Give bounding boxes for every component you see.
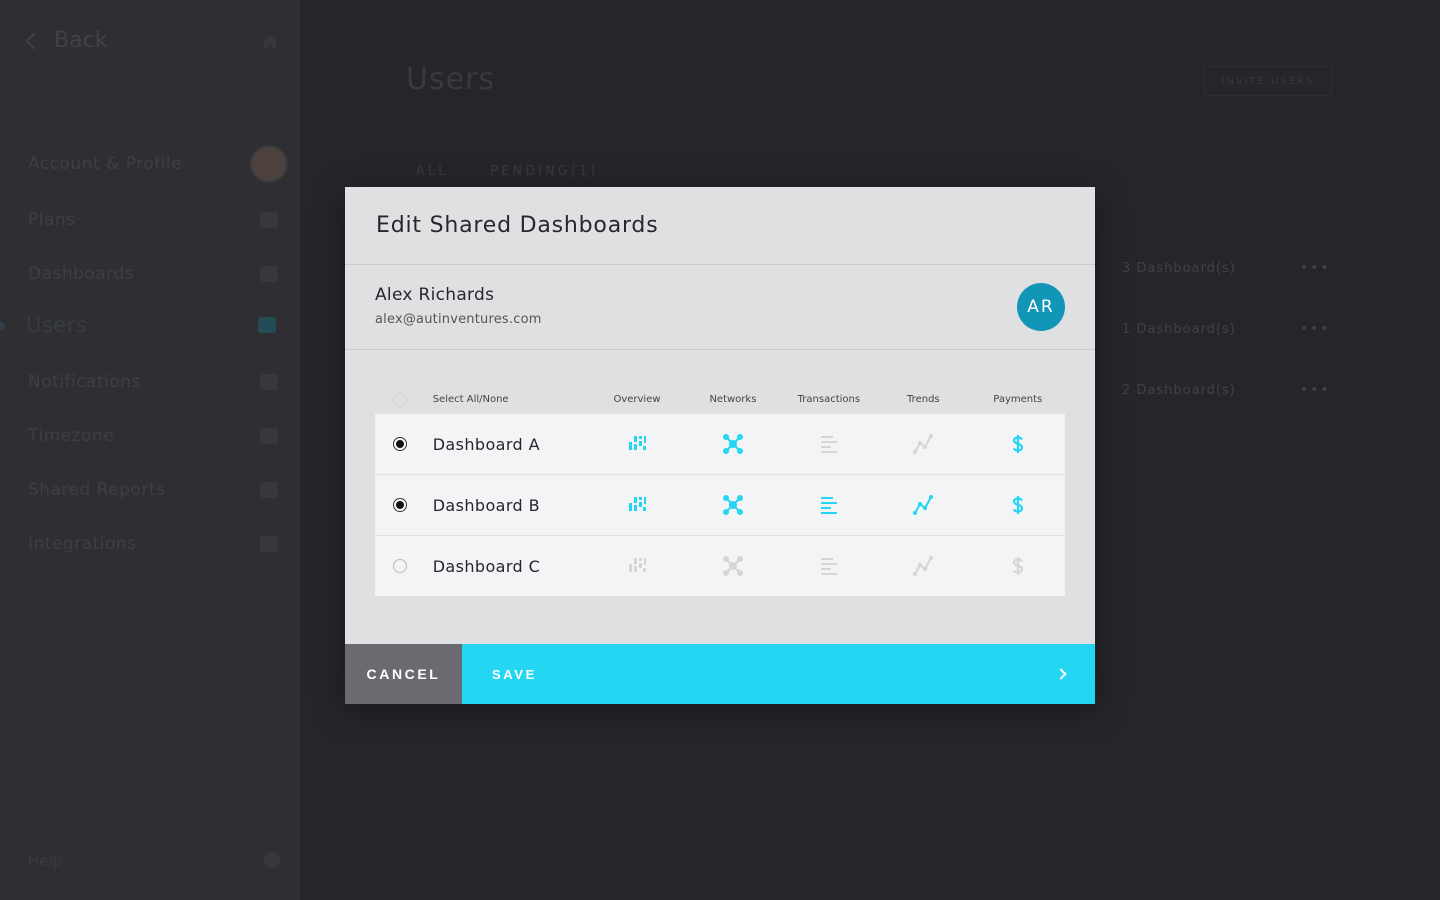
- column-header-transactions: Transactions: [797, 394, 861, 405]
- table-header: Select All/None Overview Networks Transa…: [375, 385, 1065, 414]
- permission-toggle-networks[interactable]: [684, 494, 781, 516]
- dollar-icon: [1012, 557, 1023, 575]
- permission-toggle-trends[interactable]: [876, 494, 970, 516]
- permission-toggle-transactions[interactable]: [782, 494, 876, 516]
- modal-title: Edit Shared Dashboards: [376, 213, 659, 238]
- transactions-icon: [820, 436, 837, 453]
- permission-toggle-payments[interactable]: [971, 433, 1065, 455]
- save-button[interactable]: SAVE: [462, 644, 1095, 704]
- transactions-icon: [820, 497, 837, 514]
- column-header-payments: Payments: [993, 394, 1043, 405]
- select-all-radio[interactable]: [392, 392, 407, 407]
- permission-toggle-trends[interactable]: [876, 555, 970, 577]
- dashboard-name: Dashboard B: [432, 495, 540, 515]
- dashboard-name: Dashboard C: [432, 556, 541, 576]
- network-icon: [722, 495, 743, 515]
- modal-footer: CANCEL SAVE: [345, 644, 1095, 704]
- dashboard-select-radio[interactable]: [392, 498, 407, 512]
- dollar-icon: [1012, 435, 1023, 453]
- column-header-trends: Trends: [907, 394, 940, 405]
- table-row: Dashboard A: [375, 414, 1065, 475]
- overview-icon: [629, 436, 646, 450]
- permission-toggle-networks[interactable]: [684, 433, 781, 455]
- permission-toggle-transactions[interactable]: [782, 555, 876, 577]
- table-row: Dashboard C: [375, 536, 1065, 596]
- dashboard-list: Dashboard A Dashboard B Dashboard C: [375, 414, 1065, 596]
- permission-toggle-payments[interactable]: [971, 494, 1065, 516]
- permission-toggle-trends[interactable]: [876, 433, 970, 455]
- permission-toggle-overview[interactable]: [590, 494, 684, 516]
- cancel-button[interactable]: CANCEL: [345, 644, 462, 704]
- dashboard-permissions-table: Select All/None Overview Networks Transa…: [375, 385, 1065, 596]
- trends-icon: [913, 434, 934, 454]
- column-header-overview: Overview: [613, 394, 661, 405]
- dashboard-select-radio[interactable]: [392, 559, 407, 573]
- table-row: Dashboard B: [375, 475, 1065, 536]
- dashboard-name: Dashboard A: [432, 434, 540, 454]
- permission-toggle-networks[interactable]: [684, 555, 781, 577]
- user-name: Alex Richards: [375, 285, 495, 305]
- modal-header: Edit Shared Dashboards: [345, 187, 1095, 265]
- trends-icon: [913, 556, 934, 576]
- trends-icon: [913, 495, 934, 515]
- chevron-right-icon: [1055, 668, 1067, 680]
- permission-toggle-payments[interactable]: [971, 555, 1065, 577]
- user-email: alex@autinventures.com: [375, 312, 542, 327]
- user-info: Alex Richards alex@autinventures.com AR: [345, 265, 1095, 350]
- column-header-networks: Networks: [709, 394, 757, 405]
- select-all-label[interactable]: Select All/None: [425, 394, 590, 405]
- overview-icon: [629, 497, 646, 511]
- network-icon: [722, 556, 743, 576]
- save-label: SAVE: [492, 666, 537, 682]
- edit-shared-dashboards-modal: Edit Shared Dashboards Alex Richards ale…: [345, 187, 1095, 704]
- overview-icon: [629, 558, 646, 572]
- dashboard-select-radio[interactable]: [392, 437, 407, 451]
- permission-toggle-overview[interactable]: [590, 433, 684, 455]
- transactions-icon: [820, 558, 837, 575]
- permission-toggle-transactions[interactable]: [782, 433, 876, 455]
- user-avatar: AR: [1017, 283, 1065, 331]
- network-icon: [722, 434, 743, 454]
- dollar-icon: [1012, 496, 1023, 514]
- permission-toggle-overview[interactable]: [590, 555, 684, 577]
